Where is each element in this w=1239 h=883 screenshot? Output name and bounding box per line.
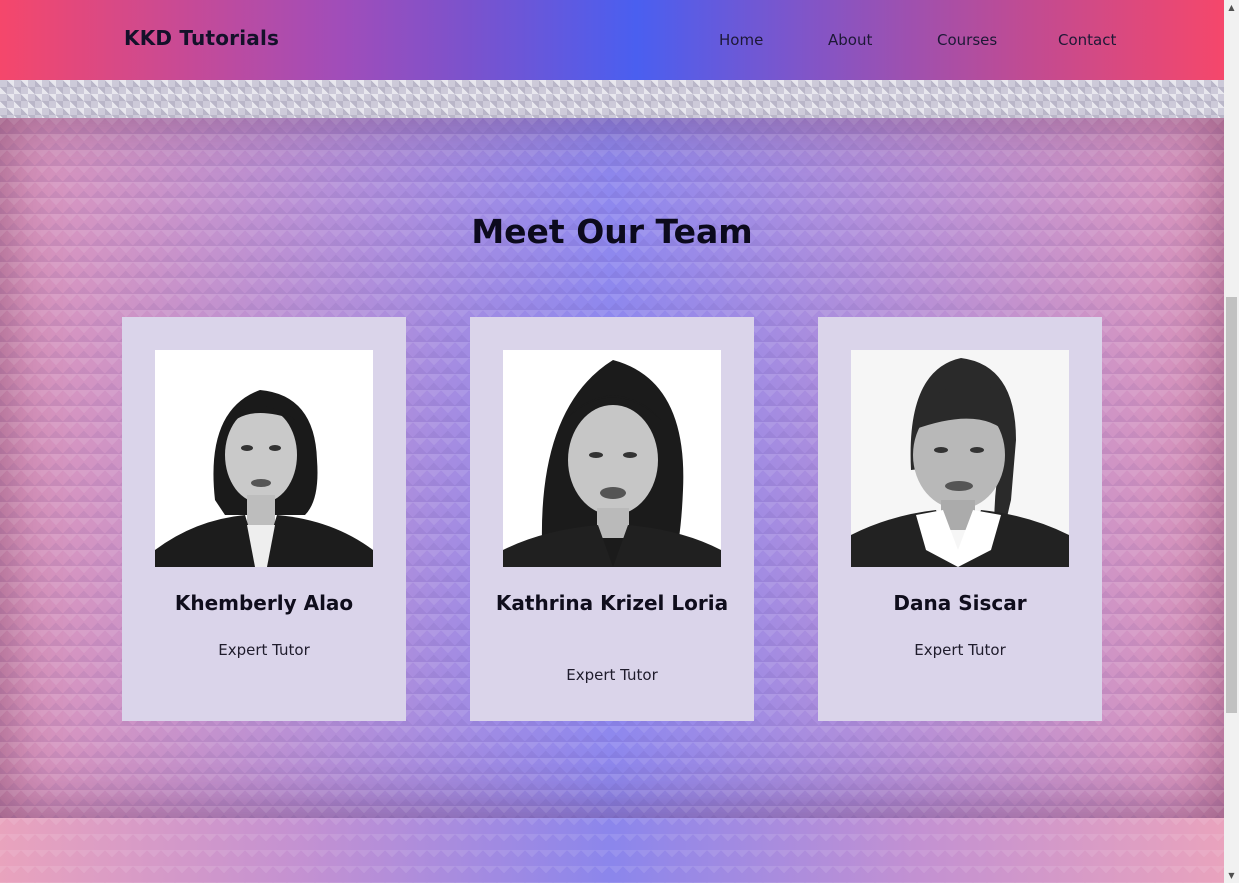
portrait-image <box>503 350 721 567</box>
member-photo <box>503 350 721 567</box>
bottom-section <box>0 818 1224 883</box>
scrollbar-thumb[interactable] <box>1226 297 1237 713</box>
member-name: Dana Siscar <box>893 591 1027 615</box>
navbar: KKD Tutorials Home About Courses Contact <box>0 0 1224 80</box>
nav-contact-link[interactable]: Contact <box>1058 31 1116 49</box>
brand-logo-text[interactable]: KKD Tutorials <box>124 26 279 50</box>
team-section: Meet Our Team Khemberly Alao Expert Tuto… <box>0 118 1224 818</box>
member-role: Expert Tutor <box>914 641 1006 659</box>
page: KKD Tutorials Home About Courses Contact… <box>0 0 1224 883</box>
scroll-up-arrow-icon[interactable]: ▲ <box>1224 0 1239 15</box>
member-name: Khemberly Alao <box>174 591 354 615</box>
scroll-down-arrow-icon[interactable]: ▼ <box>1224 868 1239 883</box>
member-photo <box>155 350 373 567</box>
member-role: Expert Tutor <box>566 666 658 684</box>
team-card-kathrina: Kathrina Krizel Loria Expert Tutor <box>470 317 754 721</box>
team-card-khemberly: Khemberly Alao Expert Tutor <box>122 317 406 721</box>
nav-courses-link[interactable]: Courses <box>937 31 997 49</box>
pattern-strip <box>0 80 1224 118</box>
portrait-image <box>851 350 1069 567</box>
member-name: Kathrina Krizel Loria <box>495 591 729 615</box>
vertical-scrollbar[interactable]: ▲ ▼ <box>1224 0 1239 883</box>
member-role: Expert Tutor <box>218 641 310 659</box>
portrait-image <box>155 350 373 567</box>
member-photo <box>851 350 1069 567</box>
team-section-title: Meet Our Team <box>471 212 753 251</box>
team-card-dana: Dana Siscar Expert Tutor <box>818 317 1102 721</box>
nav-home-link[interactable]: Home <box>719 31 763 49</box>
nav-about-link[interactable]: About <box>828 31 872 49</box>
